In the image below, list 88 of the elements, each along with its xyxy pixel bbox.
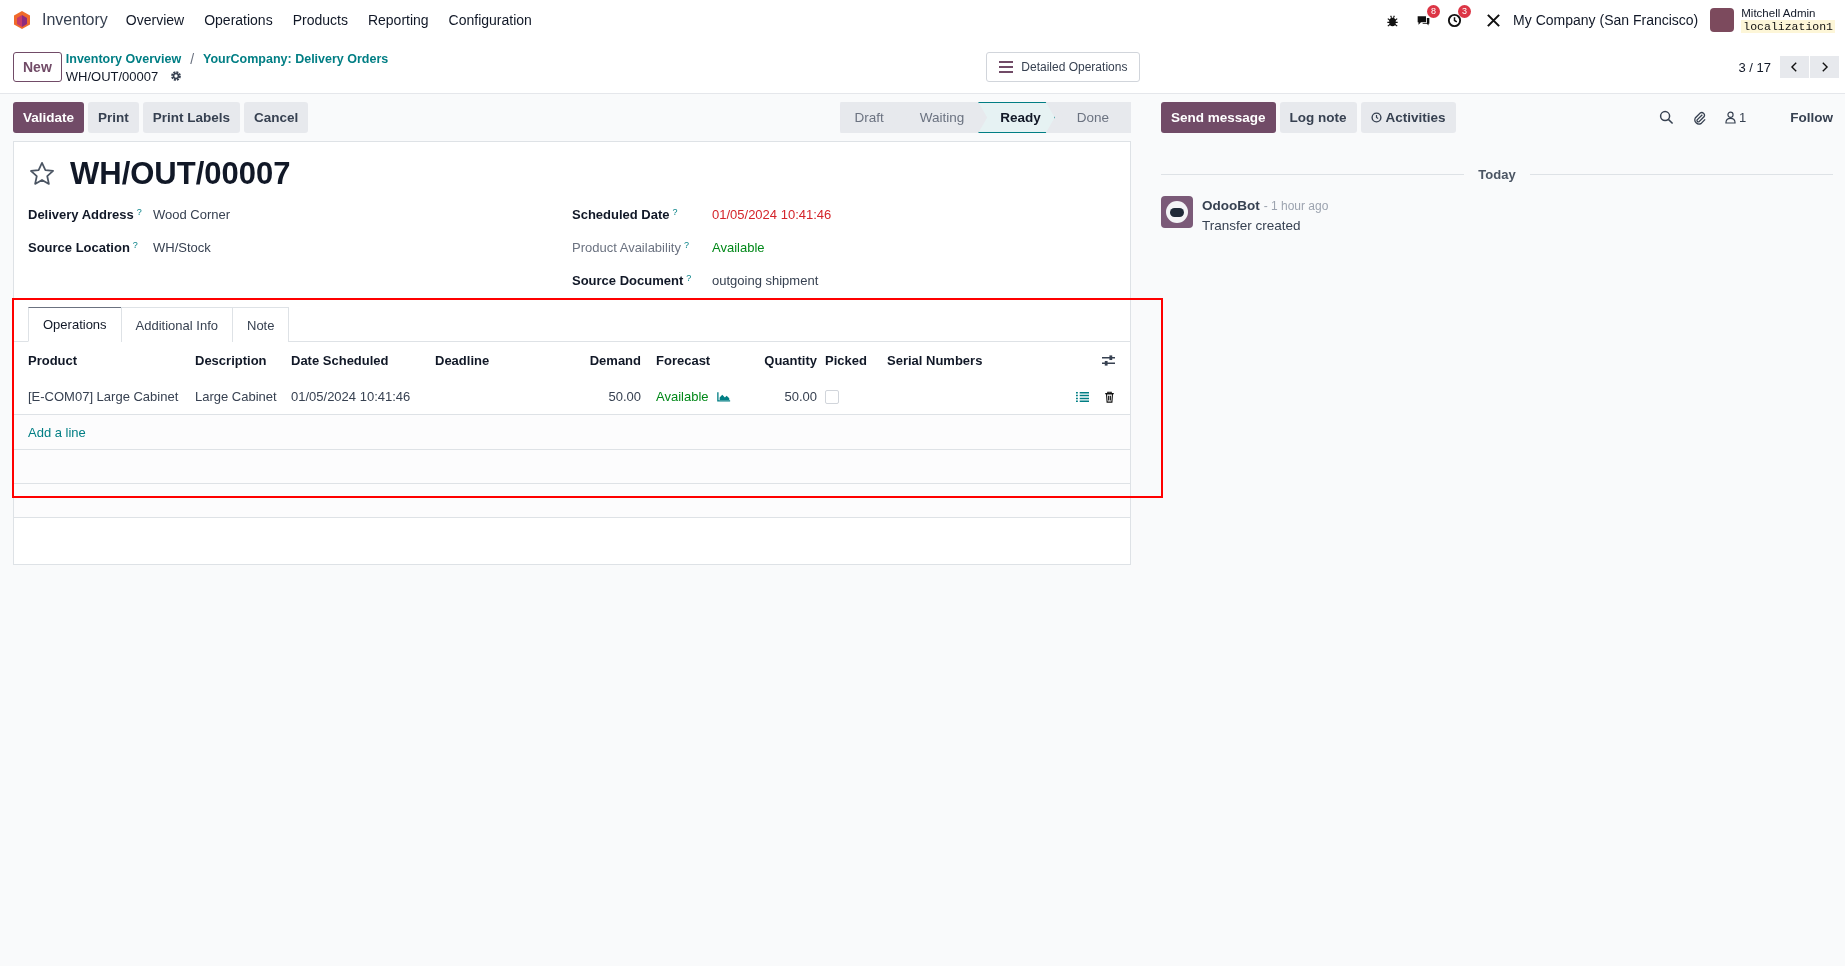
user-name[interactable]: Mitchell Admin: [1741, 7, 1835, 20]
help-tooltip[interactable]: ?: [686, 273, 692, 283]
database-name: localization1: [1741, 20, 1835, 33]
field-value[interactable]: Wood Corner: [153, 207, 231, 222]
column-header[interactable]: Deadline: [435, 353, 555, 368]
star-icon[interactable]: [28, 160, 56, 188]
help-tooltip[interactable]: ?: [136, 207, 142, 217]
area-chart-icon[interactable]: [716, 391, 731, 402]
app-logo-icon[interactable]: [12, 10, 32, 30]
message-body: Transfer created: [1202, 217, 1302, 235]
menu-item[interactable]: Operations: [204, 12, 273, 28]
person-icon: [1725, 111, 1736, 124]
field-value[interactable]: Available: [712, 240, 765, 255]
bot-avatar-icon: [1161, 196, 1193, 228]
detailed-operations-button[interactable]: Detailed Operations: [986, 52, 1141, 82]
message-time: - 1 hour ago: [1263, 199, 1329, 213]
search-icon[interactable]: [1659, 110, 1674, 125]
new-button[interactable]: New: [13, 52, 62, 82]
date-separator: Today: [1478, 167, 1516, 182]
table-cell[interactable]: 50.00: [747, 389, 817, 404]
next-button[interactable]: [1810, 56, 1839, 78]
picked-checkbox[interactable]: [825, 390, 839, 405]
record-name: WH/OUT/00007: [65, 68, 159, 84]
breadcrumb-link[interactable]: YourCompany: Delivery Orders: [203, 51, 389, 66]
sliders-icon[interactable]: [1101, 354, 1116, 367]
tab[interactable]: Operations: [28, 307, 122, 342]
trash-icon[interactable]: [1103, 390, 1116, 403]
field-value[interactable]: 01/05/2024 10:41:46: [712, 207, 832, 222]
activity-count-badge: 3: [1458, 4, 1472, 18]
company-switcher[interactable]: My Company (San Francisco): [1513, 12, 1699, 28]
chatter-button[interactable]: Send message: [1161, 102, 1276, 133]
menu-item[interactable]: Products: [292, 12, 348, 28]
tab[interactable]: Additional Info: [120, 307, 233, 342]
action-button[interactable]: Cancel: [244, 102, 309, 133]
forecast-status[interactable]: Available: [656, 389, 709, 404]
tools-icon[interactable]: [1486, 12, 1502, 28]
field-label: Product Availability: [572, 240, 681, 255]
column-header[interactable]: Picked: [817, 353, 887, 368]
field-label: Scheduled Date: [572, 207, 670, 222]
record-title: WH/OUT/00007: [70, 156, 291, 192]
field-label: Delivery Address: [28, 207, 134, 222]
clock-icon: [1370, 112, 1382, 123]
previous-button[interactable]: [1780, 56, 1809, 78]
settings-icon[interactable]: [170, 70, 183, 82]
column-header[interactable]: Product: [28, 353, 195, 368]
table-cell[interactable]: 01/05/2024 10:41:46: [291, 389, 435, 404]
column-header[interactable]: Quantity: [747, 353, 817, 368]
menu-icon: [999, 61, 1014, 73]
message-author[interactable]: OdooBot: [1202, 198, 1260, 213]
chevron-left-icon: [1790, 61, 1799, 73]
help-tooltip[interactable]: ?: [672, 207, 678, 217]
user-avatar[interactable]: [1710, 8, 1735, 32]
follow-button[interactable]: Follow: [1790, 110, 1833, 125]
field-label: Source Document: [572, 273, 684, 288]
field-label: Source Location: [28, 240, 130, 255]
column-header[interactable]: Serial Numbers: [887, 353, 1057, 368]
pager-counter[interactable]: 3 / 17: [1738, 59, 1771, 75]
table-cell[interactable]: 50.00: [555, 389, 641, 404]
chatter-button[interactable]: Activities: [1360, 102, 1456, 133]
chevron-right-icon: [1820, 61, 1829, 73]
action-button[interactable]: Validate: [13, 102, 85, 133]
tab[interactable]: Note: [232, 307, 290, 342]
breadcrumb-link[interactable]: Inventory Overview: [65, 51, 182, 66]
field-value[interactable]: WH/Stock: [153, 240, 211, 255]
column-header[interactable]: Forecast: [641, 353, 747, 368]
chatter-button[interactable]: Log note: [1279, 102, 1357, 133]
list-icon[interactable]: [1076, 390, 1089, 403]
followers-button[interactable]: 1: [1725, 110, 1747, 125]
column-header[interactable]: Demand: [555, 353, 641, 368]
table-cell[interactable]: Large Cabinet: [195, 389, 291, 404]
column-header[interactable]: Date Scheduled: [291, 353, 435, 368]
table-cell[interactable]: [E-COM07] Large Cabinet: [28, 389, 195, 404]
message-count-badge: 8: [1427, 4, 1441, 18]
field-value[interactable]: outgoing shipment: [712, 273, 819, 288]
paperclip-icon[interactable]: [1692, 110, 1707, 125]
app-name-link[interactable]: Inventory: [42, 11, 108, 29]
add-line-link[interactable]: Add a line: [28, 424, 86, 440]
action-button[interactable]: Print Labels: [142, 102, 241, 133]
clock-icon[interactable]: [1447, 12, 1463, 28]
menu-item[interactable]: Configuration: [448, 12, 532, 28]
menu-item[interactable]: Overview: [125, 12, 185, 28]
help-tooltip[interactable]: ?: [132, 240, 138, 250]
column-header[interactable]: Description: [195, 353, 291, 368]
status-step[interactable]: Ready: [978, 102, 1055, 133]
breadcrumb-separator: /: [190, 50, 194, 67]
menu-item[interactable]: Reporting: [367, 12, 429, 28]
help-tooltip[interactable]: ?: [683, 240, 689, 250]
action-button[interactable]: Print: [88, 102, 139, 133]
